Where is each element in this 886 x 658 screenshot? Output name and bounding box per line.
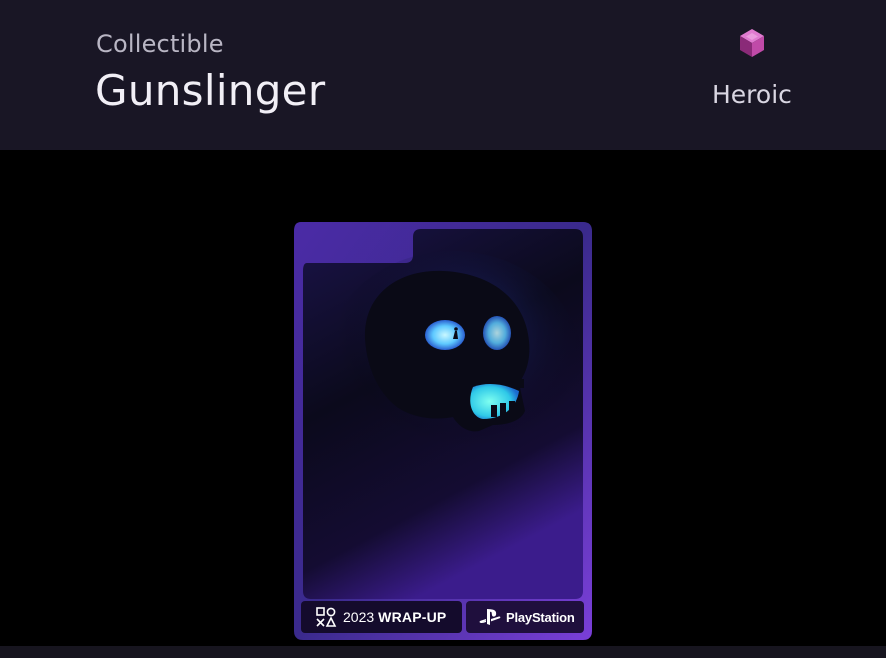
playstation-logo-icon	[479, 609, 501, 625]
rarity-label: Heroic	[712, 80, 792, 109]
rarity-cube-icon	[740, 29, 764, 57]
bottom-bar	[0, 646, 886, 658]
collectible-header: Collectible Gunslinger Heroic	[0, 0, 886, 150]
collectible-title: Gunslinger	[95, 66, 326, 115]
collectible-card[interactable]	[293, 221, 593, 641]
playstation-badge: PlayStation	[466, 601, 584, 633]
collectible-category: Collectible	[96, 30, 224, 58]
playstation-wordmark: PlayStation	[506, 609, 575, 625]
wrap-up-glyph-icon	[316, 607, 337, 627]
wrap-up-year: 2023	[343, 609, 375, 625]
card-artwork	[294, 222, 592, 640]
wrap-up-badge: 2023 WRAP-UP	[301, 601, 462, 633]
wrap-up-label: WRAP-UP	[378, 609, 447, 625]
